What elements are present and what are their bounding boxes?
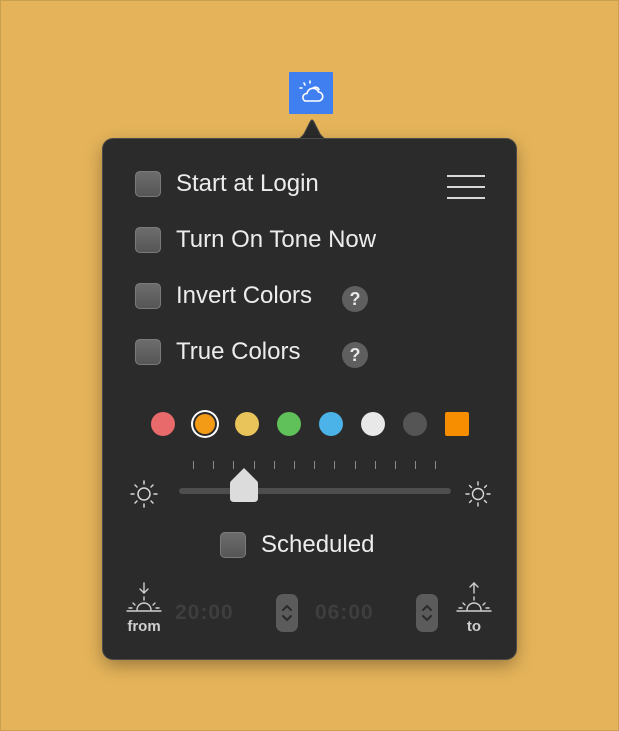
slider-tick <box>354 461 356 469</box>
dim-sun-icon <box>130 480 158 508</box>
from-time-stepper[interactable] <box>276 594 298 632</box>
turn-on-tone-checkbox[interactable] <box>135 227 161 253</box>
color-swatch-6[interactable] <box>361 412 385 436</box>
true-colors-label: True Colors <box>176 338 301 365</box>
true-colors-checkbox[interactable] <box>135 339 161 365</box>
from-label: from <box>127 618 161 635</box>
slider-tick <box>334 461 336 469</box>
slider-tick <box>435 461 437 469</box>
slider-tick <box>213 461 215 469</box>
start-at-login-option[interactable]: Start at Login <box>135 170 319 198</box>
slider-track <box>179 488 451 494</box>
color-swatch-4[interactable] <box>277 412 301 436</box>
color-swatch-7[interactable] <box>403 412 427 436</box>
cloud-sun-icon <box>299 80 324 102</box>
to-time-field[interactable]: 06:00 <box>315 601 374 625</box>
turn-on-tone-option[interactable]: Turn On Tone Now <box>135 226 376 254</box>
slider-tick <box>374 461 376 469</box>
to-label: to <box>466 618 482 635</box>
from-time-field[interactable]: 20:00 <box>175 601 234 625</box>
slider-tick <box>273 461 275 469</box>
slider-tick <box>314 461 316 469</box>
slider-tick <box>294 461 295 469</box>
chevron-up-icon[interactable] <box>421 603 433 613</box>
start-at-login-checkbox[interactable] <box>135 171 161 197</box>
intensity-slider[interactable] <box>179 457 451 509</box>
true-colors-help-button[interactable]: ? <box>342 342 368 368</box>
bright-sun-icon <box>465 481 491 507</box>
invert-colors-help-button[interactable]: ? <box>342 286 368 312</box>
color-swatch-8[interactable] <box>445 412 469 436</box>
invert-colors-option[interactable]: Invert Colors <box>135 282 312 310</box>
slider-thumb[interactable] <box>229 467 259 503</box>
chevron-down-icon[interactable] <box>421 613 433 623</box>
color-swatch-5[interactable] <box>319 412 343 436</box>
slider-tick <box>253 461 255 469</box>
color-swatch-1[interactable] <box>151 412 175 436</box>
start-at-login-label: Start at Login <box>176 170 319 197</box>
tone-popover: Start at Login Turn On Tone Now Invert C… <box>103 139 516 659</box>
turn-on-tone-label: Turn On Tone Now <box>176 226 377 253</box>
to-schedule: to <box>455 582 493 635</box>
sunrise-icon <box>456 582 492 612</box>
invert-colors-checkbox[interactable] <box>135 283 161 309</box>
to-time-stepper[interactable] <box>416 594 438 632</box>
slider-tick <box>233 461 235 469</box>
color-swatch-3[interactable] <box>235 412 259 436</box>
slider-tick <box>395 461 396 469</box>
sunset-icon <box>126 582 162 612</box>
scheduled-checkbox[interactable] <box>220 532 246 558</box>
true-colors-option[interactable]: True Colors <box>135 338 300 366</box>
color-swatch-2[interactable] <box>195 414 215 434</box>
scheduled-option[interactable]: Scheduled <box>220 531 374 559</box>
scheduled-label: Scheduled <box>261 531 375 558</box>
from-schedule: from <box>125 582 163 635</box>
chevron-up-icon[interactable] <box>281 603 293 613</box>
invert-colors-label: Invert Colors <box>176 282 313 309</box>
slider-tick <box>415 461 417 469</box>
menubar-tone-button[interactable] <box>289 72 333 114</box>
slider-tick <box>193 461 194 469</box>
hamburger-menu-icon[interactable] <box>447 175 487 201</box>
chevron-down-icon[interactable] <box>281 613 293 623</box>
